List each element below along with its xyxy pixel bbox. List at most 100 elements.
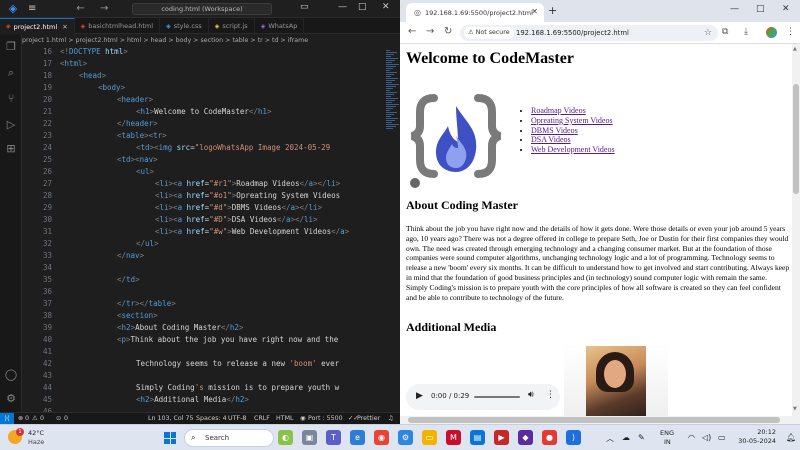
code-line[interactable]: 42 Technology seems to release a new 'boo… [22, 358, 400, 370]
code-line[interactable]: 17 <html> [22, 58, 400, 70]
code-line[interactable]: 43 [22, 370, 400, 382]
code-line[interactable]: 32 </ul> [22, 238, 400, 250]
taskbar-search[interactable]: ⌕ Search [184, 429, 274, 447]
code-line[interactable]: 31 <li><a href="#w">Web Development Video… [22, 226, 400, 238]
source-control-icon[interactable]: ⑂ [4, 92, 18, 106]
breadcrumb[interactable]: project 1.html > project2.html > html > … [22, 35, 400, 46]
code-line[interactable]: 33 </nav> [22, 250, 400, 262]
close-icon[interactable]: ✕ [782, 4, 790, 14]
code-line[interactable]: 35 </td> [22, 274, 400, 286]
scroll-down-icon[interactable]: ▼ [793, 406, 797, 412]
code-line[interactable]: 25 <td><nav> [22, 154, 400, 166]
nav-link[interactable]: Web Development Videos [531, 145, 615, 154]
code-line[interactable]: 39 <h2>About Coding Master</h2> [22, 322, 400, 334]
editor-tab-0[interactable]: ◈ project2.html ✕ [0, 18, 75, 34]
code-line[interactable]: 20 <header> [22, 94, 400, 106]
video-thumbnail[interactable] [564, 344, 668, 420]
maximize-icon[interactable]: □ [756, 4, 765, 14]
code-line[interactable]: 18 <head> [22, 70, 400, 82]
red-app-icon[interactable]: ● [542, 430, 557, 445]
horizontal-scrollbar[interactable] [400, 416, 792, 424]
lang-primary[interactable]: ENG [660, 429, 674, 437]
pen-icon[interactable]: ✎ [638, 433, 645, 442]
code-line[interactable]: 23 <table><tr> [22, 130, 400, 142]
edge-icon[interactable]: e [350, 430, 365, 445]
menu-kebab-icon[interactable]: ⋮ [786, 27, 795, 37]
code-line[interactable]: 44 Simply Coding's mission is to prepare … [22, 382, 400, 394]
extensions-puzzle-icon[interactable]: ⧉ [722, 27, 728, 37]
code-line[interactable]: 29 <li><a href="#d">DBMS Videos</a></li> [22, 202, 400, 214]
editor-tab-4[interactable]: ◈ WhatsAp [255, 18, 305, 34]
run-debug-icon[interactable]: ▷ [4, 118, 18, 132]
forward-icon[interactable]: → [426, 26, 434, 37]
nav-link[interactable]: DBMS Videos [531, 126, 578, 135]
code-line[interactable]: 26 <ul> [22, 166, 400, 178]
layout-icon[interactable]: ▭ [300, 2, 309, 12]
audio-more-icon[interactable]: ⋮ [546, 390, 555, 400]
back-icon[interactable]: ← [408, 26, 416, 37]
code-line[interactable]: 41 [22, 346, 400, 358]
profile-avatar[interactable] [766, 27, 777, 38]
clock[interactable]: 20:12 30-05-2024 [728, 428, 776, 446]
game-app-icon[interactable]: ◆ [518, 430, 533, 445]
search-icon[interactable]: ⌕ [4, 66, 18, 80]
code-line[interactable]: 38 <section> [22, 310, 400, 322]
code-line[interactable]: 40 <p>Think about the job you have right … [22, 334, 400, 346]
code-line[interactable]: 30 <li><a href="#D">DSA Videos</a></li> [22, 214, 400, 226]
close-icon[interactable]: ✕ [382, 2, 390, 12]
minimap[interactable] [384, 46, 400, 412]
media-app-icon[interactable]: ▶ [494, 430, 509, 445]
bookmark-star-icon[interactable]: ☆ [704, 25, 712, 41]
nav-link[interactable]: DSA Videos [531, 135, 571, 144]
lang-secondary[interactable]: IN [664, 438, 671, 446]
not-secure-badge[interactable]: ⚠ Not secure [464, 27, 514, 39]
nav-arrows-icon[interactable]: ← → [76, 3, 114, 14]
url-text[interactable]: 192.168.1.69:5500/project2.html [516, 25, 629, 41]
play-icon[interactable]: ▶ [416, 391, 423, 401]
store-icon[interactable]: ▤ [470, 430, 485, 445]
code-line[interactable]: 24 <td><img src="logoWhatsApp Image 2024-… [22, 142, 400, 154]
editor-tab-2[interactable]: ◈ style.css [160, 18, 209, 34]
wifi-icon[interactable]: ◠ [688, 433, 695, 442]
code-line[interactable]: 21 <h1>Welcome to CodeMaster</h1> [22, 106, 400, 118]
browser-tab[interactable]: ◎ 192.168.1.69:5500/project2.html ✕ [406, 3, 544, 22]
notification-bell-icon[interactable]: 🔔︎ [786, 433, 796, 442]
tab-close-icon[interactable]: ✕ [62, 23, 67, 31]
chrome-taskbar-icon[interactable]: ◉ [374, 430, 389, 445]
task-view-icon[interactable]: ▣ [302, 430, 317, 445]
audio-progress-bar[interactable] [474, 396, 520, 398]
vertical-scrollbar[interactable]: ▲ ▼ [792, 44, 800, 424]
command-center-search[interactable]: coding.html (Workspace) [132, 3, 272, 15]
battery-icon[interactable]: ▭ [718, 433, 726, 442]
code-line[interactable]: 22 </header> [22, 118, 400, 130]
maximize-icon[interactable]: □ [358, 2, 367, 12]
explorer-icon[interactable]: ❐ [4, 40, 18, 54]
code-line[interactable]: 27 <li><a href="#r1">Roadmap Videos</a></… [22, 178, 400, 190]
code-line[interactable]: 37 </tr></table> [22, 298, 400, 310]
minimize-icon[interactable]: — [338, 2, 347, 12]
remote-icon[interactable]: ⟩⟨ [0, 413, 14, 424]
code-line[interactable]: 45 <h2>Additional Media</h2> [22, 394, 400, 406]
extensions-icon[interactable]: ⊞ [4, 142, 18, 156]
code-line[interactable]: 16 <!DOCTYPE html> [22, 46, 400, 58]
tab-close-icon[interactable]: ✕ [531, 7, 538, 16]
nav-link[interactable]: Roadmap Videos [531, 106, 586, 115]
scroll-up-icon[interactable]: ▲ [793, 46, 797, 52]
settings-app-icon[interactable]: ⚙ [398, 430, 413, 445]
image-lens-icon[interactable] [410, 178, 420, 188]
download-icon[interactable]: ⤓ [744, 27, 748, 37]
new-tab-icon[interactable]: + [548, 4, 557, 17]
code-line[interactable]: 34 [22, 262, 400, 274]
file-explorer-icon[interactable]: ▭ [422, 430, 437, 445]
code-line[interactable]: 19 <body> [22, 82, 400, 94]
account-icon[interactable]: ◯ [4, 368, 18, 382]
settings-gear-icon[interactable]: ⚙ [4, 392, 18, 406]
start-button[interactable] [164, 432, 176, 444]
volume-icon[interactable]: 🔊︎ [528, 390, 534, 400]
copilot-icon[interactable]: ◐ [278, 430, 293, 445]
speaker-icon[interactable]: ◁) [702, 433, 711, 442]
editor-tab-3[interactable]: ◈ script.js [209, 18, 255, 34]
mcafee-icon[interactable]: M [446, 430, 461, 445]
reload-icon[interactable]: ↻ [444, 26, 452, 37]
code-editor[interactable]: 16 <!DOCTYPE html> 17 <html> 18 <head> 19 <body… [22, 46, 400, 412]
